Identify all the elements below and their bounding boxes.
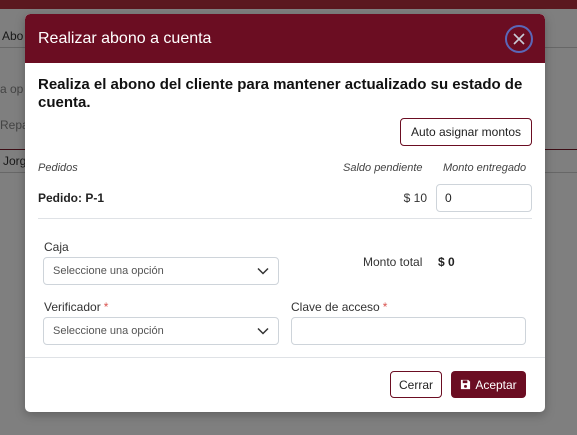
section-divider xyxy=(38,218,532,219)
close-button[interactable] xyxy=(505,25,533,53)
required-mark: * xyxy=(103,300,109,314)
chevron-down-icon xyxy=(257,327,269,335)
delivered-column-header: Monto entregado xyxy=(443,162,527,174)
footer-divider xyxy=(25,357,545,358)
chevron-down-icon xyxy=(257,267,269,275)
close-icon xyxy=(513,33,525,45)
delivered-amount-input[interactable]: 0 xyxy=(436,184,532,212)
verificador-select-value: Seleccione una opción xyxy=(53,325,164,337)
access-key-label: Clave de acceso * xyxy=(291,300,387,314)
close-modal-button[interactable]: Cerrar xyxy=(390,371,442,398)
modal-lead-text: Realiza el abono del cliente para manten… xyxy=(38,76,523,111)
total-amount-value: $ 0 xyxy=(438,255,455,269)
order-label: Pedido: P-1 xyxy=(38,191,105,205)
orders-column-header: Pedidos xyxy=(38,162,78,174)
pending-column-header: Saldo pendiente xyxy=(343,162,423,174)
verificador-label-text: Verificador xyxy=(44,300,101,314)
access-key-input[interactable] xyxy=(291,317,526,345)
accept-button-label: Aceptar xyxy=(475,377,517,392)
pending-balance: $ 10 xyxy=(403,191,427,205)
required-mark: * xyxy=(382,300,388,314)
auto-assign-button[interactable]: Auto asignar montos xyxy=(400,118,532,146)
verificador-select[interactable]: Seleccione una opción xyxy=(43,317,279,345)
payment-modal: Realizar abono a cuenta Realiza el abono… xyxy=(25,14,545,412)
caja-select-value: Seleccione una opción xyxy=(53,265,164,277)
access-key-label-text: Clave de acceso xyxy=(291,300,380,314)
save-icon xyxy=(461,379,471,390)
caja-label: Caja xyxy=(44,240,69,254)
total-amount-label: Monto total xyxy=(363,255,423,269)
modal-header: Realizar abono a cuenta xyxy=(25,14,545,63)
modal-title: Realizar abono a cuenta xyxy=(38,30,212,47)
caja-select[interactable]: Seleccione una opción xyxy=(43,257,279,285)
verificador-label: Verificador * xyxy=(44,300,108,314)
accept-button[interactable]: Aceptar xyxy=(451,371,526,398)
